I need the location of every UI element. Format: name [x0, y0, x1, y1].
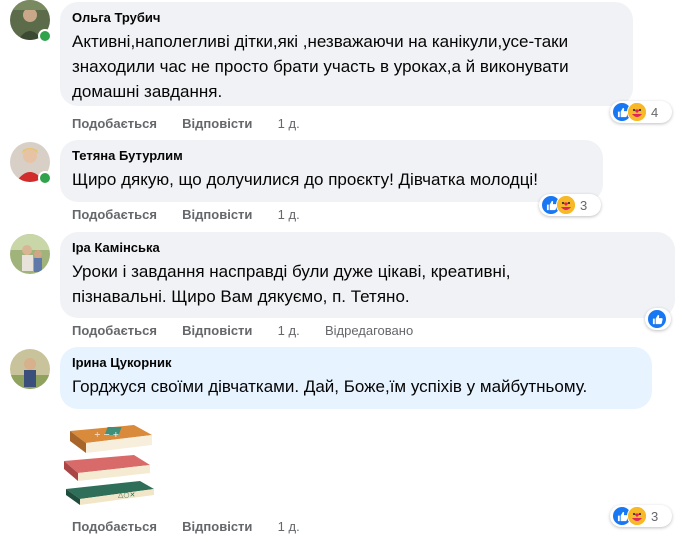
reply-button[interactable]: Відповісти — [182, 323, 252, 339]
reply-button[interactable]: Відповісти — [182, 116, 252, 132]
comment-text: Уроки і завдання насправді були дуже цік… — [72, 259, 663, 309]
reaction-count: 4 — [651, 104, 659, 120]
care-icon — [556, 195, 576, 215]
comment-line: домашні завдання. — [72, 82, 223, 101]
reaction-summary[interactable]: 3 — [610, 505, 672, 527]
comment-bubble: Ірина Цукорник Горджуся своїми дівчаткам… — [60, 347, 652, 409]
reply-button[interactable]: Відповісти — [182, 207, 252, 223]
books-sticker[interactable]: △○✕ ÷ − + — [60, 415, 160, 507]
comment-author[interactable]: Ольга Трубич — [72, 10, 621, 26]
like-button[interactable]: Подобається — [72, 116, 157, 132]
reply-button[interactable]: Відповісти — [182, 519, 252, 535]
comment-bubble: Ольга Трубич Активні,наполегливі дітки,я… — [60, 2, 633, 106]
like-button[interactable]: Подобається — [72, 519, 157, 535]
reaction-summary[interactable]: 3 — [539, 194, 601, 216]
comment-actions: Подобається Відповісти 1 д. — [72, 116, 300, 132]
comment-time[interactable]: 1 д. — [278, 207, 300, 223]
comment-text: Активні,наполегливі дітки,які ,незважаюч… — [72, 29, 621, 104]
comment-text: Горджуся своїми дівчатками. Дай, Боже,їм… — [72, 374, 640, 399]
like-button[interactable]: Подобається — [72, 207, 157, 223]
comment-time[interactable]: 1 д. — [278, 519, 300, 535]
online-indicator — [38, 29, 52, 43]
comment-time[interactable]: 1 д. — [278, 323, 300, 339]
like-icon — [647, 309, 667, 329]
comment-bubble: Іра Камінська Уроки і завдання насправді… — [60, 232, 675, 318]
reaction-summary[interactable] — [645, 308, 671, 330]
comment-bubble: Тетяна Бутурлим Щиро дякую, що долучилис… — [60, 140, 603, 202]
comment-line: Активні,наполегливі дітки,які ,незважаюч… — [72, 32, 569, 51]
avatar[interactable] — [10, 234, 50, 274]
comment-author[interactable]: Ірина Цукорник — [72, 355, 640, 371]
comment-actions: Подобається Відповісти 1 д. Відредагован… — [72, 323, 413, 339]
comment-line: Уроки і завдання насправді були дуже цік… — [72, 262, 511, 281]
comment-line: знаходили час не просто брати участь в у… — [72, 57, 569, 76]
svg-text:÷ − +: ÷ − + — [94, 430, 119, 439]
like-button[interactable]: Подобається — [72, 323, 157, 339]
comment-time[interactable]: 1 д. — [278, 116, 300, 132]
care-icon — [627, 102, 647, 122]
edited-label[interactable]: Відредаговано — [325, 323, 413, 339]
avatar[interactable] — [10, 349, 50, 389]
comment-line: Горджуся своїми дівчатками. Дай, Боже,їм… — [72, 377, 588, 396]
comment-actions: Подобається Відповісти 1 д. — [72, 519, 300, 535]
comment-text: Щиро дякую, що долучилися до проєкту! Ді… — [72, 167, 591, 192]
comment-author[interactable]: Тетяна Бутурлим — [72, 148, 591, 164]
comment-line: пізнавальні. Щиро Вам дякуємо, п. Тетяно… — [72, 287, 410, 306]
comment-actions: Подобається Відповісти 1 д. — [72, 207, 300, 223]
comment-line: Щиро дякую, що долучилися до проєкту! Ді… — [72, 170, 538, 189]
care-icon — [627, 506, 647, 526]
comment-author[interactable]: Іра Камінська — [72, 240, 663, 256]
online-indicator — [38, 171, 52, 185]
reaction-summary[interactable]: 4 — [610, 101, 672, 123]
reaction-count: 3 — [580, 197, 588, 213]
svg-text:△○✕: △○✕ — [118, 491, 135, 499]
reaction-count: 3 — [651, 508, 659, 524]
